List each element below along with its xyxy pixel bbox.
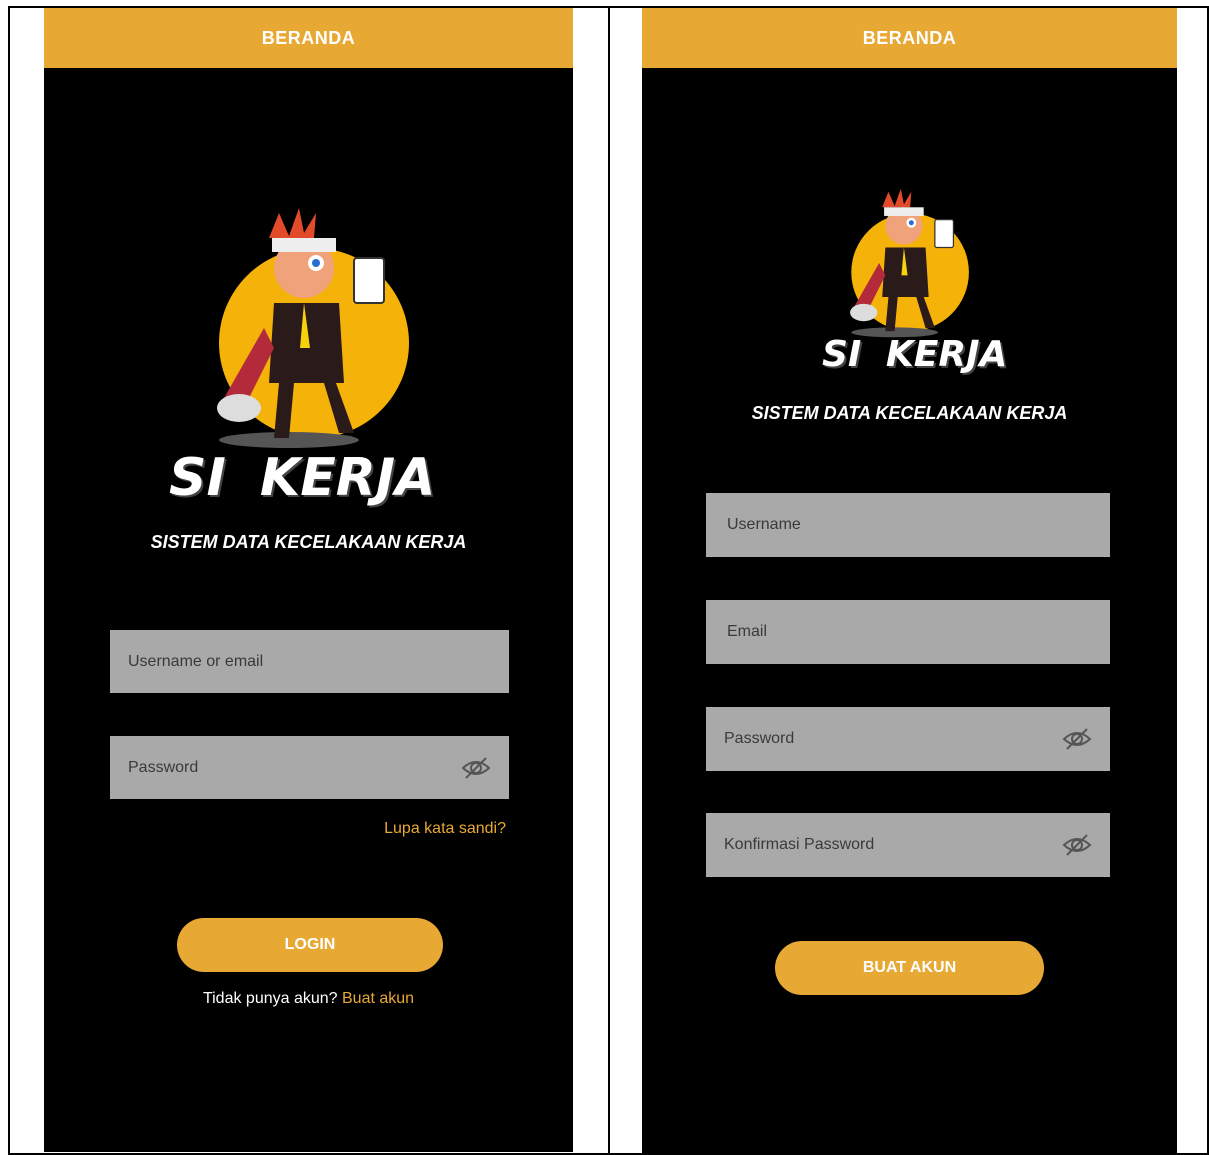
password-input[interactable]: Password xyxy=(706,707,1110,771)
username-placeholder: Username xyxy=(727,516,801,533)
mascot-logo xyxy=(217,208,409,448)
password-placeholder: Password xyxy=(724,730,795,747)
forgot-password-link[interactable]: Lupa kata sandi? xyxy=(384,820,506,838)
app-subtitle: SISTEM DATA KECELAKAAN KERJA xyxy=(150,532,467,552)
header-beranda[interactable]: BERANDA xyxy=(44,8,573,68)
logo-text: SI KERJA xyxy=(169,448,436,508)
eye-off-icon[interactable] xyxy=(1062,833,1092,857)
mascot-logo xyxy=(850,188,969,338)
register-screen: BERANDA SI KERJA SISTEM DATA KECELAKAAN … xyxy=(642,8,1177,1155)
create-account-button[interactable]: BUAT AKUN xyxy=(775,941,1044,995)
eye-off-icon[interactable] xyxy=(461,756,491,780)
password-input[interactable]: Password xyxy=(110,736,509,799)
login-screen: BERANDA SI KERJA SISTEM DATA KECELAKAAN … xyxy=(44,8,573,1152)
header-beranda[interactable]: BERANDA xyxy=(642,8,1177,68)
confirm-password-input[interactable]: Konfirmasi Password xyxy=(706,813,1110,877)
email-input[interactable]: Email xyxy=(706,600,1110,664)
signup-prompt: Tidak punya akun? Buat akun xyxy=(44,990,573,1008)
confirm-password-placeholder: Konfirmasi Password xyxy=(724,836,875,853)
create-account-link[interactable]: Buat akun xyxy=(342,990,414,1007)
app-subtitle: SISTEM DATA KECELAKAAN KERJA xyxy=(751,403,1068,423)
username-email-input[interactable]: Username or email xyxy=(110,630,509,693)
eye-off-icon[interactable] xyxy=(1062,727,1092,751)
username-email-placeholder: Username or email xyxy=(128,652,264,670)
no-account-text: Tidak punya akun? xyxy=(202,990,342,1007)
login-button[interactable]: LOGIN xyxy=(177,918,443,972)
password-placeholder: Password xyxy=(128,758,199,776)
logo-text: SI KERJA xyxy=(822,334,1008,375)
email-placeholder: Email xyxy=(727,623,768,640)
username-input[interactable]: Username xyxy=(706,493,1110,557)
